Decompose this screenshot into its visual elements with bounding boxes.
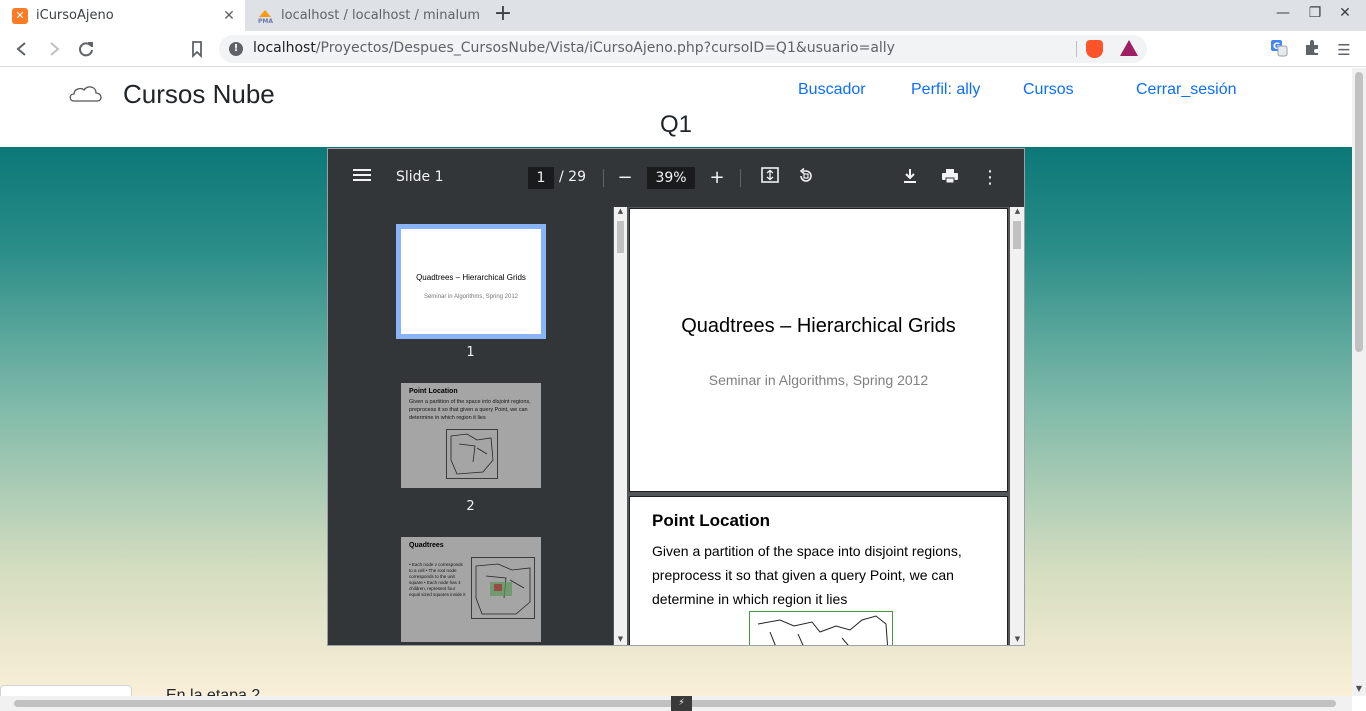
- translate-icon[interactable]: G: [1268, 39, 1290, 61]
- pdf-zoom-input[interactable]: 39%: [647, 167, 695, 189]
- bookmark-icon[interactable]: [186, 38, 208, 60]
- page-horizontal-scrollbar[interactable]: ⚡: [0, 696, 1352, 711]
- thumbnail-title: Quadtrees – Hierarchical Grids: [416, 273, 526, 282]
- url-text: localhost/Proyectos/Despues_CursosNube/V…: [253, 40, 895, 56]
- site-info-icon[interactable]: !: [229, 42, 243, 56]
- extensions-icon[interactable]: [1301, 39, 1323, 61]
- brave-shields-icon[interactable]: [1086, 40, 1103, 58]
- thumbnail-subtitle: Seminar in Algorithms, Spring 2012: [423, 294, 519, 300]
- menu-icon[interactable]: ☰: [1333, 39, 1355, 61]
- forward-icon[interactable]: [43, 38, 65, 60]
- minimize-icon[interactable]: —: [1273, 5, 1293, 21]
- more-options-icon[interactable]: ⋮: [978, 167, 1002, 189]
- thumbnail-slide-3[interactable]: Quadtrees • Each node v corresponds to a…: [401, 537, 541, 642]
- page-vertical-scrollbar[interactable]: ▼: [1352, 68, 1366, 696]
- scroll-up-icon[interactable]: ▲: [1011, 207, 1024, 215]
- scroll-thumb[interactable]: [1355, 72, 1363, 352]
- slide-title: Quadtrees – Hierarchical Grids: [681, 315, 956, 337]
- close-window-icon[interactable]: ✕: [1335, 5, 1355, 21]
- browser-toolbar: ! localhost/Proyectos/Despues_CursosNube…: [0, 31, 1366, 67]
- slide-text: Given a partition of the space into disj…: [652, 543, 962, 607]
- svg-text:PMA: PMA: [258, 18, 273, 24]
- partial-input[interactable]: [0, 685, 132, 696]
- reload-icon[interactable]: [75, 38, 97, 60]
- fit-page-icon[interactable]: [758, 167, 782, 189]
- scroll-handle-icon[interactable]: ⚡: [671, 696, 692, 711]
- print-icon[interactable]: [938, 167, 962, 189]
- tab-title: localhost / localhost / minalum: [281, 8, 480, 23]
- omnibox-divider: [1076, 41, 1077, 57]
- xampp-icon: ✕: [12, 7, 28, 24]
- cloud-icon: [69, 86, 102, 102]
- zoom-out-icon[interactable]: −: [613, 167, 637, 189]
- thumbnail-number: 1: [466, 345, 475, 360]
- new-tab-button[interactable]: +: [492, 3, 514, 26]
- slide-2: Point Location Given a partition of the …: [629, 496, 1008, 645]
- pdf-menu-icon[interactable]: [350, 167, 374, 189]
- scroll-thumb[interactable]: [617, 221, 624, 253]
- browser-tabstrip: ✕ iCursoAjeno ✕ PMA localhost / localhos…: [0, 0, 1366, 31]
- slide-1: Quadtrees – Hierarchical Grids Seminar i…: [629, 208, 1008, 492]
- thumbnail-scrollbar[interactable]: ▲ ▼: [614, 207, 627, 645]
- thumbnail-list: • Each node v corresponds to a cell • Th…: [409, 562, 466, 597]
- nav-cursos[interactable]: Cursos: [1023, 81, 1074, 99]
- rotate-icon[interactable]: [794, 167, 818, 189]
- thumbnail-slide-2[interactable]: Point Location Given a partition of the …: [401, 383, 541, 488]
- nav-perfil[interactable]: Perfil: ally: [911, 81, 980, 99]
- restore-icon[interactable]: ❐: [1305, 5, 1325, 21]
- close-tab-icon[interactable]: ✕: [219, 8, 239, 24]
- phpmyadmin-icon: PMA: [257, 8, 273, 24]
- course-title: Q1: [659, 111, 692, 138]
- toolbar-divider: [740, 169, 741, 187]
- thumbnail-heading: Quadtrees: [409, 542, 444, 549]
- scroll-up-icon[interactable]: ▲: [614, 207, 627, 215]
- thumbnail-number: 2: [466, 499, 475, 514]
- nav-buscador[interactable]: Buscador: [798, 81, 866, 99]
- map-image: [749, 611, 893, 645]
- tab-phpmyadmin[interactable]: PMA localhost / localhost / minalum: [245, 0, 482, 31]
- tab-title: iCursoAjeno: [36, 8, 114, 23]
- download-icon[interactable]: [898, 167, 922, 189]
- nav-cerrar-sesion[interactable]: Cerrar_sesión: [1136, 81, 1236, 99]
- pdf-main-scrollbar[interactable]: ▲ ▼: [1010, 207, 1024, 645]
- slide-subtitle: Seminar in Algorithms, Spring 2012: [708, 372, 929, 388]
- pdf-toolbar: Slide 1 1 / 29 − 39% + ⋮: [328, 149, 1024, 207]
- quadtree-map-image: [471, 557, 535, 619]
- tab-icursoajeno[interactable]: ✕ iCursoAjeno ✕: [0, 0, 245, 31]
- pdf-thumbnail-sidebar: Quadtrees – Hierarchical Grids Seminar i…: [328, 207, 613, 645]
- slide-heading: Point Location: [652, 511, 771, 530]
- page-content: Cursos Nube Buscador Perfil: ally Cursos…: [0, 68, 1352, 696]
- thumbnail-text: Given a partition of the space into disj…: [409, 399, 531, 421]
- address-bar[interactable]: ! localhost/Proyectos/Despues_CursosNube…: [219, 35, 1147, 63]
- pdf-viewer[interactable]: Slide 1 1 / 29 − 39% + ⋮ Quadtrees – Hie…: [327, 148, 1025, 646]
- pdf-page-input[interactable]: 1: [528, 167, 554, 189]
- brave-rewards-icon[interactable]: [1120, 40, 1138, 56]
- scroll-down-icon[interactable]: ▼: [1355, 684, 1363, 693]
- scroll-down-icon[interactable]: ▼: [614, 635, 627, 643]
- pdf-main-view[interactable]: Quadtrees – Hierarchical Grids Seminar i…: [627, 207, 1010, 645]
- brand-title[interactable]: Cursos Nube: [123, 79, 275, 110]
- pdf-doc-title: Slide 1: [396, 169, 444, 185]
- pdf-page-total: / 29: [559, 169, 586, 185]
- thumbnail-slide-1[interactable]: Quadtrees – Hierarchical Grids Seminar i…: [396, 224, 546, 339]
- partial-heading: En la etapa 2: [166, 687, 261, 696]
- scroll-thumb[interactable]: [1013, 221, 1021, 249]
- thumbnail-heading: Point Location: [409, 388, 458, 395]
- back-icon[interactable]: [11, 38, 33, 60]
- map-image: [446, 429, 498, 479]
- toolbar-divider: [603, 169, 604, 187]
- scroll-down-icon[interactable]: ▼: [1011, 635, 1024, 643]
- zoom-in-icon[interactable]: +: [705, 167, 729, 189]
